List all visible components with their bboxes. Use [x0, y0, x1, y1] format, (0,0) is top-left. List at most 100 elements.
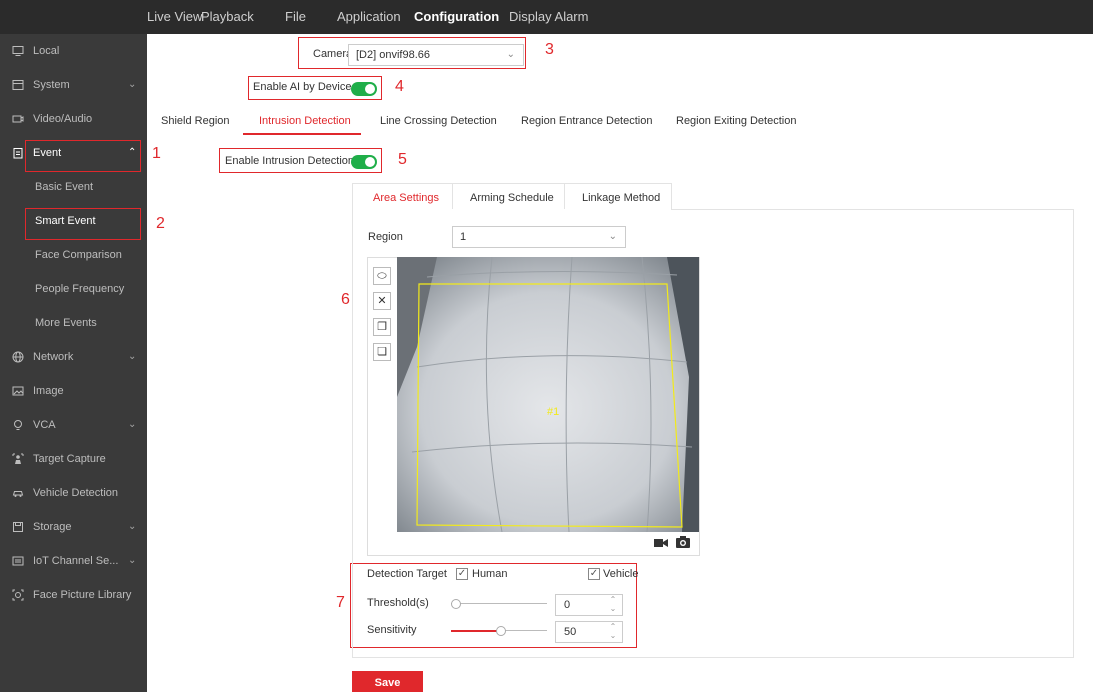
tab-region-entrance-detection[interactable]: Region Entrance Detection: [521, 115, 652, 127]
sidebar-item-system[interactable]: System ⌄: [0, 68, 147, 102]
record-icon[interactable]: [654, 538, 668, 548]
snapshot-icon[interactable]: [676, 536, 690, 548]
sidebar-item-more-events[interactable]: More Events: [0, 306, 147, 340]
region-label: Region: [368, 231, 403, 243]
bulb-icon: [14, 420, 22, 430]
face-icon: [12, 589, 24, 601]
slider-thumb[interactable]: [496, 626, 506, 636]
clipboard-icon: [13, 148, 23, 159]
threshold-label: Threshold(s): [367, 597, 429, 609]
region-number-label: #1: [547, 406, 560, 418]
sidebar-item-label: IoT Channel Se...: [33, 555, 119, 567]
sidebar-item-vca[interactable]: VCA ⌄: [0, 408, 147, 442]
video-icon: [12, 115, 24, 123]
threshold-value: 0: [564, 599, 571, 611]
annotation-number: 3: [545, 41, 554, 58]
nav-display-alarm[interactable]: Display Alarm: [509, 9, 588, 24]
sidebar: Local System ⌄ Video/Audio Event ⌃ Basic…: [0, 34, 147, 692]
sensitivity-label: Sensitivity: [367, 624, 417, 636]
sidebar-item-label: Local: [33, 45, 60, 57]
image-icon: [12, 386, 24, 396]
threshold-slider[interactable]: [451, 598, 547, 610]
sidebar-item-label: System: [33, 79, 70, 91]
sidebar-item-local[interactable]: Local: [0, 34, 147, 68]
sidebar-item-network[interactable]: Network ⌄: [0, 340, 147, 374]
chevron-down-icon: ⌄: [128, 521, 137, 532]
sensitivity-input[interactable]: 50 ⌃ ⌄: [555, 621, 623, 643]
polygon-draw-icon[interactable]: ⬭: [373, 267, 391, 285]
save-button[interactable]: Save: [352, 671, 423, 692]
human-checkbox[interactable]: ✓: [456, 568, 468, 580]
chevron-down-icon: ⌄: [506, 49, 515, 60]
chevron-down-icon: ⌄: [128, 419, 137, 430]
camera-select[interactable]: [D2] onvif98.66 ⌄: [348, 44, 524, 66]
sidebar-item-label: More Events: [35, 317, 97, 329]
annotation-number: 7: [336, 594, 345, 611]
camera-select-value: [D2] onvif98.66: [356, 49, 430, 61]
sidebar-item-label: Storage: [33, 521, 72, 533]
tab-line-crossing-detection[interactable]: Line Crossing Detection: [380, 115, 497, 127]
sidebar-item-people-frequency[interactable]: People Frequency: [0, 272, 147, 306]
annotation-number: 6: [341, 291, 350, 308]
globe-icon: [12, 351, 24, 363]
annotation-number: 2: [156, 215, 165, 232]
threshold-input[interactable]: 0 ⌃ ⌄: [555, 594, 623, 616]
sidebar-item-iot-channel[interactable]: IoT Channel Se... ⌄: [0, 544, 147, 578]
tab-region-exiting-detection[interactable]: Region Exiting Detection: [676, 115, 796, 127]
detection-target-label: Detection Target: [367, 568, 447, 580]
chevron-down-icon: ⌄: [128, 555, 137, 566]
sidebar-item-face-picture-library[interactable]: Face Picture Library: [0, 578, 147, 612]
nav-live-view[interactable]: Live View: [147, 9, 202, 24]
spinner-icon[interactable]: ⌃ ⌄: [608, 622, 618, 640]
tab-shield-region[interactable]: Shield Region: [161, 115, 230, 127]
tab-linkage-method[interactable]: Linkage Method: [582, 192, 660, 204]
annotation-number: 5: [398, 151, 407, 168]
sidebar-item-label: Vehicle Detection: [33, 487, 118, 499]
system-icon: [12, 80, 24, 90]
sidebar-item-storage[interactable]: Storage ⌄: [0, 510, 147, 544]
region-select[interactable]: 1 ⌄: [452, 226, 626, 248]
sidebar-item-label: Face Picture Library: [33, 589, 132, 601]
top-navigation-bar: Live View Playback File Application Conf…: [0, 0, 1093, 34]
sidebar-item-vehicle-detection[interactable]: Vehicle Detection: [0, 476, 147, 510]
annotation-box-smart-event: [25, 208, 141, 240]
select-area-icon[interactable]: ❐: [373, 318, 391, 336]
intrusion-detection-toggle[interactable]: [351, 155, 377, 169]
minimum-size-icon[interactable]: ❏: [373, 343, 391, 361]
sidebar-item-label: Video/Audio: [33, 113, 93, 125]
annotation-box-event: [25, 140, 141, 172]
sidebar-item-label: Target Capture: [33, 453, 106, 465]
sidebar-item-video-audio[interactable]: Video/Audio: [0, 102, 147, 136]
nav-playback[interactable]: Playback: [201, 9, 254, 24]
nav-file[interactable]: File: [285, 9, 306, 24]
sensitivity-slider[interactable]: [451, 625, 547, 637]
sensitivity-value: 50: [564, 626, 577, 638]
sidebar-item-image[interactable]: Image: [0, 374, 147, 408]
monitor-icon: [12, 46, 24, 56]
sidebar-item-target-capture[interactable]: Target Capture: [0, 442, 147, 476]
tab-intrusion-detection[interactable]: Intrusion Detection: [259, 115, 351, 127]
nav-application[interactable]: Application: [337, 9, 401, 24]
sidebar-item-label: Network: [33, 351, 74, 363]
tab-area-settings[interactable]: Area Settings: [373, 192, 439, 204]
camera-label: Camera: [313, 48, 353, 60]
sidebar-item-basic-event[interactable]: Basic Event: [0, 170, 147, 204]
sidebar-item-label: People Frequency: [35, 283, 125, 295]
chevron-down-icon: ⌄: [128, 351, 137, 362]
ai-by-device-toggle[interactable]: [351, 82, 377, 96]
target-icon: [12, 453, 24, 464]
sidebar-item-face-comparison[interactable]: Face Comparison: [0, 238, 147, 272]
slider-thumb[interactable]: [451, 599, 461, 609]
live-video-preview[interactable]: #1: [397, 257, 699, 532]
tab-arming-schedule[interactable]: Arming Schedule: [470, 192, 554, 204]
spinner-icon[interactable]: ⌃ ⌄: [608, 595, 618, 613]
chevron-down-icon: ⌄: [128, 79, 137, 90]
vehicle-checkbox[interactable]: ✓: [588, 568, 600, 580]
clear-icon[interactable]: ✕: [373, 292, 391, 310]
intrusion-toggle-label: Enable Intrusion Detection: [225, 155, 355, 167]
sidebar-item-label: Basic Event: [35, 181, 94, 193]
sidebar-item-label: VCA: [33, 419, 56, 431]
sidebar-item-label: Image: [33, 385, 64, 397]
nav-configuration[interactable]: Configuration: [414, 9, 499, 24]
camera-image: [397, 257, 699, 532]
